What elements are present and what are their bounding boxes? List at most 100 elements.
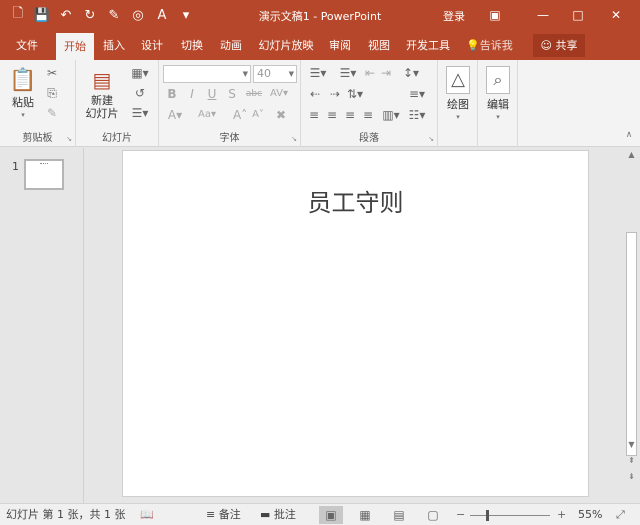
smartart-icon[interactable]: ☷▾ <box>405 108 429 122</box>
tab-design[interactable]: 设计 <box>135 31 169 60</box>
bold-icon[interactable]: B <box>165 87 179 101</box>
shadow-icon[interactable]: S <box>225 87 239 101</box>
drawing-group: △ 绘图 ▾ <box>438 60 478 147</box>
tab-transitions[interactable]: 切换 <box>175 31 209 60</box>
ltr-icon[interactable]: ⇢ <box>327 87 343 101</box>
zoom-slider-knob[interactable] <box>486 510 489 521</box>
scroll-down-icon[interactable]: ▼ <box>623 438 640 452</box>
editing-button[interactable]: ⌕ 编辑 ▾ <box>482 66 514 124</box>
paragraph-group: ☰▾ ☰▾ ⇤ ⇥ ↕▾ ⇠ ⇢ ⇅▾ ≡▾ ≡ ≡ ≡ ≡ ▥▾ ☷▾ 段落 … <box>301 60 438 147</box>
tab-file[interactable]: 文件 <box>8 31 46 60</box>
spell-check-icon[interactable]: 📖 <box>140 504 154 525</box>
layout-icon[interactable]: ▦▾ <box>128 66 152 80</box>
new-slide-button[interactable]: ▤ 新建 幻灯片 <box>80 66 124 120</box>
title-bar: 🗋 💾 ↶ ↻ ✎ ◎ A ▾ 演示文稿1 - PowerPoint 登录 ▣ … <box>0 0 640 31</box>
text-direction-icon[interactable]: ⇅▾ <box>345 87 365 101</box>
font-size-value: 40 <box>257 67 271 80</box>
slide-thumbnail[interactable] <box>24 159 64 190</box>
previous-slide-icon[interactable]: ⇞ <box>623 454 640 468</box>
zoom-slider[interactable] <box>470 515 550 516</box>
paste-icon: 📋 <box>9 68 37 93</box>
shapes-icon: △ <box>446 66 470 94</box>
normal-view-icon[interactable]: ▣ <box>319 506 343 524</box>
close-icon[interactable]: ✕ <box>603 4 629 26</box>
tab-home[interactable]: 开始 <box>56 33 94 60</box>
slide-sorter-icon[interactable]: ▦ <box>353 506 377 524</box>
numbering-icon[interactable]: ☰▾ <box>337 66 359 80</box>
fit-to-window-icon[interactable]: ⤢ <box>616 504 625 525</box>
editing-label: 编辑 <box>487 98 509 111</box>
align-left-icon[interactable]: ≡ <box>307 108 321 122</box>
decrease-font-icon[interactable]: A˅ <box>251 108 265 122</box>
zoom-level[interactable]: 55% <box>578 504 602 525</box>
section-icon[interactable]: ☰▾ <box>128 106 152 120</box>
ribbon-display-options-icon[interactable]: ▣ <box>482 4 508 26</box>
share-button[interactable]: ☺ 共享 <box>533 34 585 57</box>
comments-button[interactable]: ▬ 批注 <box>260 504 296 525</box>
tell-me-box[interactable]: 💡告诉我 <box>466 31 513 60</box>
tab-review[interactable]: 审阅 <box>323 31 357 60</box>
tab-view[interactable]: 视图 <box>362 31 396 60</box>
font-size-combo[interactable]: 40 ▼ <box>253 65 297 83</box>
login-link[interactable]: 登录 <box>443 8 465 24</box>
notes-icon: ≡ <box>206 508 216 521</box>
reading-view-icon[interactable]: ▤ <box>387 506 411 524</box>
italic-icon[interactable]: I <box>185 87 199 101</box>
minimize-icon[interactable]: — <box>530 4 556 26</box>
paragraph-launcher-icon[interactable]: ↘ <box>428 135 434 143</box>
align-right-icon[interactable]: ≡ <box>343 108 357 122</box>
paste-button[interactable]: 📋 粘贴 ▾ <box>6 66 40 122</box>
maximize-icon[interactable]: □ <box>565 4 591 26</box>
tab-developer[interactable]: 开发工具 <box>400 31 456 60</box>
next-slide-icon[interactable]: ⇟ <box>623 470 640 484</box>
slide-canvas[interactable]: 员工守则 <box>122 150 589 497</box>
increase-indent-icon[interactable]: ⇥ <box>379 66 393 80</box>
notes-button[interactable]: ≡ 备注 <box>206 504 241 525</box>
slides-group: ▤ 新建 幻灯片 ▦▾ ↺ ☰▾ 幻灯片 <box>76 60 159 147</box>
align-text-icon[interactable]: ≡▾ <box>405 87 429 101</box>
slides-group-label: 幻灯片 <box>102 133 132 144</box>
tab-animations[interactable]: 动画 <box>214 31 248 60</box>
format-painter-icon[interactable]: ✎ <box>44 106 60 120</box>
tab-insert[interactable]: 插入 <box>97 31 131 60</box>
reset-icon[interactable]: ↺ <box>128 86 152 100</box>
rtl-icon[interactable]: ⇠ <box>307 87 323 101</box>
increase-font-icon[interactable]: A˄ <box>233 108 247 122</box>
line-spacing-icon[interactable]: ↕▾ <box>399 66 423 80</box>
decrease-indent-icon[interactable]: ⇤ <box>363 66 377 80</box>
font-group-label: 字体 <box>219 133 240 144</box>
font-color-icon[interactable]: A▾ <box>165 108 185 122</box>
tell-me-label: 告诉我 <box>479 39 513 52</box>
character-spacing-icon[interactable]: AV▾ <box>267 87 291 101</box>
align-center-icon[interactable]: ≡ <box>325 108 339 122</box>
justify-icon[interactable]: ≡ <box>361 108 375 122</box>
zoom-in-icon[interactable]: + <box>557 504 566 525</box>
cut-icon[interactable]: ✂ <box>44 66 60 80</box>
drawing-button[interactable]: △ 绘图 ▾ <box>442 66 474 124</box>
vertical-scrollbar[interactable]: ▲ ▼ ⇞ ⇟ <box>623 148 640 503</box>
zoom-out-icon[interactable]: − <box>456 504 465 525</box>
columns-icon[interactable]: ▥▾ <box>381 108 401 122</box>
slide-count: 幻灯片 第 1 张，共 1 张 <box>6 508 126 521</box>
slideshow-view-icon[interactable]: ▢ <box>421 506 445 524</box>
scrollbar-thumb[interactable] <box>626 232 637 456</box>
font-name-combo[interactable]: ▼ <box>163 65 251 83</box>
tab-slideshow[interactable]: 幻灯片放映 <box>253 31 319 60</box>
share-label: 共享 <box>555 39 578 52</box>
clear-formatting-icon[interactable]: ✖ <box>273 108 289 122</box>
new-slide-label-2: 幻灯片 <box>85 107 119 120</box>
new-slide-icon: ▤ <box>92 68 112 92</box>
chevron-down-icon: ▼ <box>288 70 294 78</box>
font-launcher-icon[interactable]: ↘ <box>291 135 297 143</box>
clipboard-launcher-icon[interactable]: ↘ <box>66 135 72 143</box>
collapse-ribbon-icon[interactable]: ∧ <box>622 128 636 142</box>
status-bar: 幻灯片 第 1 张，共 1 张 📖 ≡ 备注 ▬ 批注 ▣ ▦ ▤ ▢ − + … <box>0 503 640 525</box>
strikethrough-icon[interactable]: abc <box>243 87 265 101</box>
scroll-up-icon[interactable]: ▲ <box>623 148 640 162</box>
drawing-label: 绘图 <box>447 98 469 111</box>
bullets-icon[interactable]: ☰▾ <box>307 66 329 80</box>
copy-icon[interactable]: ⎘ <box>44 86 60 100</box>
underline-icon[interactable]: U <box>205 87 219 101</box>
slide-title[interactable]: 员工守则 <box>123 183 588 218</box>
change-case-icon[interactable]: Aa▾ <box>193 108 221 122</box>
